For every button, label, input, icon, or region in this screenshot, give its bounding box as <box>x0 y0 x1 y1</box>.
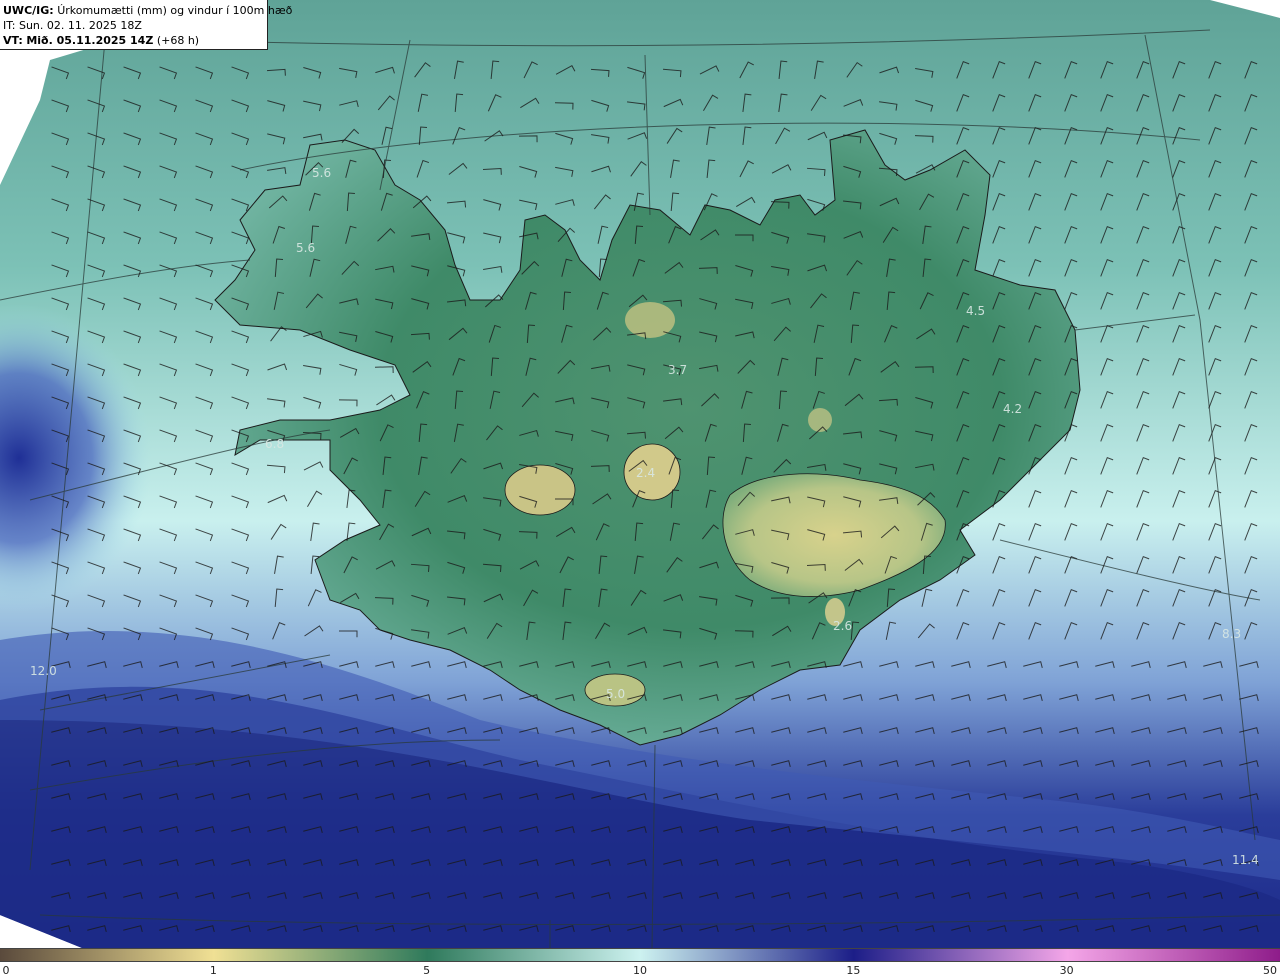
legend-tick-label: 50 <box>1263 964 1277 977</box>
initial-time: IT: Sun. 02. 11. 2025 18Z <box>3 19 142 32</box>
value-label-east: 4.2 <box>1003 402 1023 416</box>
value-label-far-southeast: 11.4 <box>1232 853 1259 867</box>
legend-tick-label: 0 <box>2 964 10 977</box>
value-label-southeast-ocean: 8.3 <box>1222 627 1242 641</box>
product-title-line: UWC/IG: Úrkomumætti (mm) og vindur í 100… <box>3 3 292 18</box>
info-box: UWC/IG: Úrkomumætti (mm) og vindur í 100… <box>0 0 292 50</box>
value-label-northeast: 4.5 <box>966 304 986 318</box>
valid-time: Mið. 05.11.2025 14Z <box>26 34 154 47</box>
lead-time: (+68 h) <box>156 34 200 47</box>
langjokull-glacier <box>504 464 576 516</box>
color-legend: 0 1 5 10 15 30 50 <box>0 948 1280 978</box>
map-panel: 5.6 5.6 3.7 4.5 4.2 6.8 2.4 2.6 5.0 12.0… <box>0 0 1280 948</box>
valid-time-line: VT: Mið. 05.11.2025 14Z (+68 h) <box>3 33 267 48</box>
value-label-southwest-ocean: 12.0 <box>30 664 57 678</box>
northeast-highlands <box>808 408 832 432</box>
legend-color-bar <box>0 948 1280 962</box>
value-label-westfjords: 5.6 <box>296 241 316 255</box>
valid-prefix: VT: <box>3 34 23 47</box>
legend-tick-label: 5 <box>423 964 431 977</box>
legend-tick-label: 10 <box>633 964 647 977</box>
value-label-snaefellsnes: 6.8 <box>265 437 285 451</box>
value-label-central: 2.4 <box>636 466 656 480</box>
value-label-north-central: 3.7 <box>668 363 688 377</box>
legend-tick-label: 15 <box>846 964 861 977</box>
legend-tick-label: 1 <box>209 964 217 977</box>
value-label-south: 5.0 <box>606 687 626 701</box>
product-code: UWC/IG: <box>3 4 54 17</box>
product-title: Úrkomumætti (mm) og vindur í 100m hæð <box>57 4 293 17</box>
value-label-vatnajokull: 2.6 <box>833 619 853 633</box>
legend-tick-label: 30 <box>1059 964 1074 977</box>
value-label-nw-top: 5.6 <box>312 166 332 180</box>
